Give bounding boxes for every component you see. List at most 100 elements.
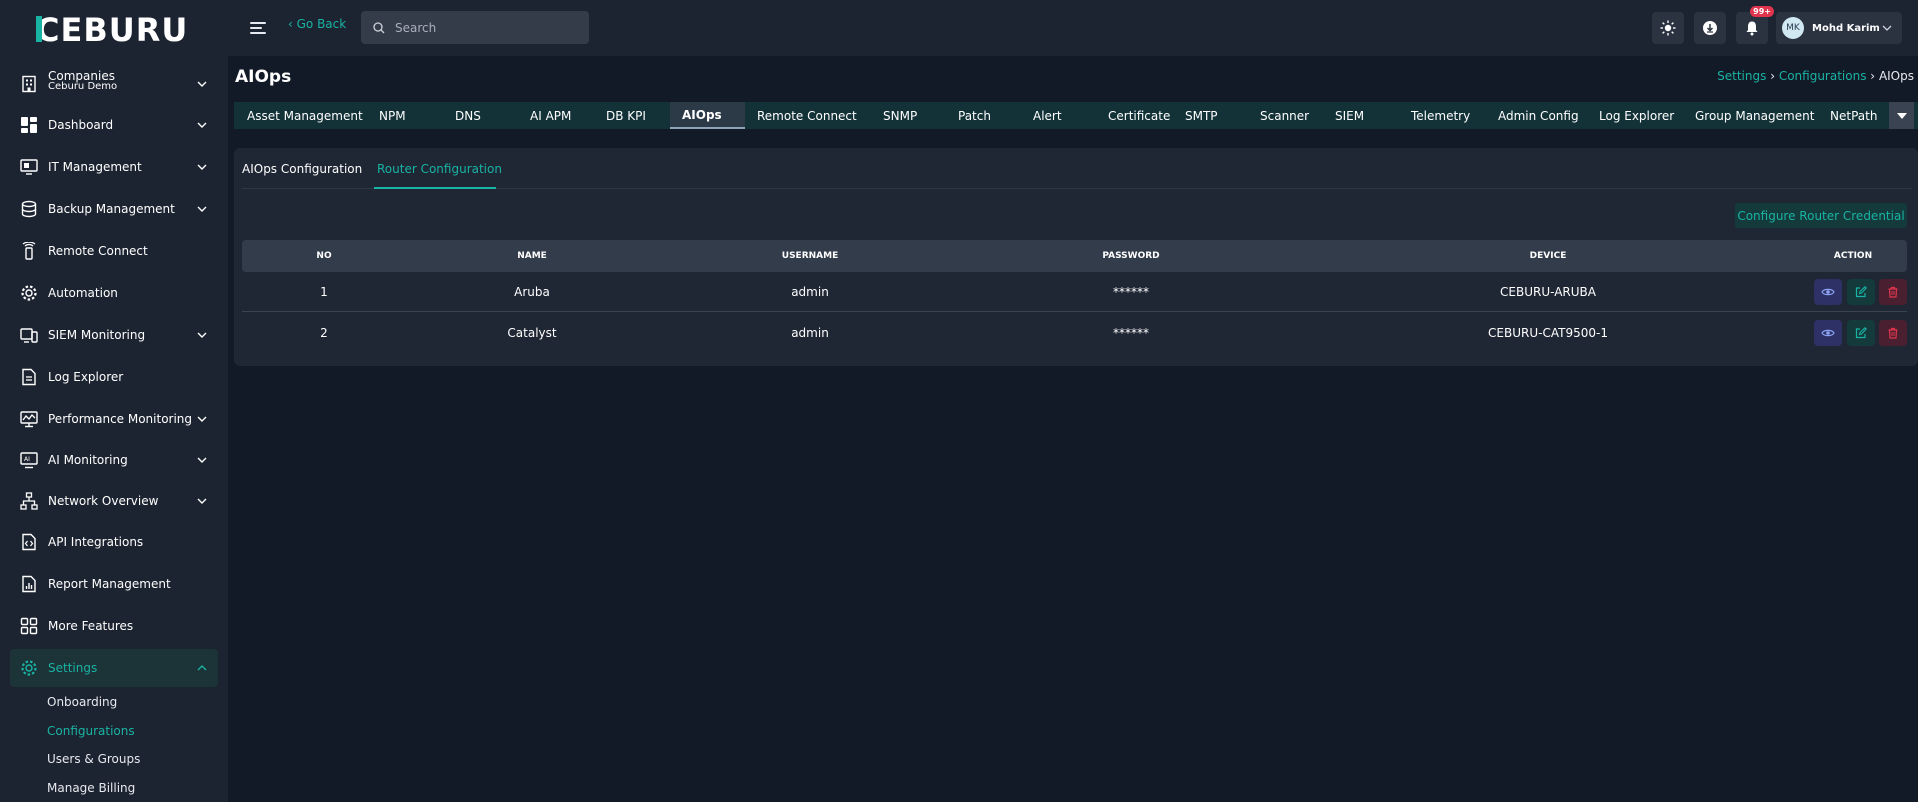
sidebar-item-ai-monitoring[interactable]: AI AI Monitoring [10,441,218,479]
search-box[interactable] [361,11,589,44]
tab-netpath[interactable]: NetPath [1824,102,1883,129]
building-icon [22,75,36,93]
config-tabs: Asset Management NPM DNS AI APM DB KPI A… [234,102,1918,129]
chevron-up-icon [197,665,207,671]
sidebar-item-dashboard[interactable]: Dashboard [10,106,218,144]
tab-certificate[interactable]: Certificate [1102,102,1176,129]
sidebar-item-performance-monitoring[interactable]: Performance Monitoring [10,400,218,438]
tab-admin-config[interactable]: Admin Config [1492,102,1585,129]
edit-icon [1855,286,1867,298]
delete-button[interactable] [1879,279,1907,305]
more-tabs-button[interactable] [1889,102,1914,129]
tab-npm[interactable]: NPM [373,102,412,129]
ceburu-logo[interactable]: CEBURU [36,10,198,48]
tab-telemetry[interactable]: Telemetry [1405,102,1476,129]
column-header-name: NAME [517,251,547,261]
cell-password: ****** [1113,326,1149,340]
edit-button[interactable] [1847,279,1875,305]
trash-icon [1888,286,1898,298]
sidebar-item-siem-monitoring[interactable]: SIEM Monitoring [10,316,218,354]
caret-down-icon [1896,112,1907,119]
sidebar-item-it-management[interactable]: IT Management [10,148,218,186]
tab-siem[interactable]: SIEM [1329,102,1370,129]
gear-icon [21,285,37,301]
sidebar-item-backup-management[interactable]: Backup Management [10,190,218,228]
menu-toggle-icon[interactable] [246,16,270,40]
sidebar-item-settings[interactable]: Settings [10,649,218,687]
tab-log-explorer[interactable]: Log Explorer [1593,102,1680,129]
top-bar: CEBURU ‹ Go Back 99+ MK Mohd Karim [0,0,1918,56]
tab-db-kpi[interactable]: DB KPI [600,102,652,129]
settings-gear-icon [21,660,37,676]
breadcrumb-settings[interactable]: Settings [1717,69,1766,83]
avatar: MK [1782,17,1804,39]
configure-router-credential-button[interactable]: Configure Router Credential [1735,203,1907,228]
notification-badge: 99+ [1750,6,1774,17]
download-button[interactable] [1694,12,1726,44]
tab-patch[interactable]: Patch [952,102,997,129]
go-back-link[interactable]: ‹ Go Back [288,17,346,31]
edit-button[interactable] [1847,320,1875,346]
tab-alert[interactable]: Alert [1027,102,1068,129]
cell-name: Catalyst [507,326,557,340]
column-header-action: ACTION [1833,251,1873,261]
breadcrumb-separator: › [1870,69,1876,83]
sidebar-item-label: Performance Monitoring [48,412,193,426]
sidebar-item-report-management[interactable]: Report Management [10,565,218,603]
sidebar-item-label: Log Explorer [48,370,124,384]
subtab-aiops-configuration[interactable]: AIOps Configuration [242,162,362,176]
tab-smtp[interactable]: SMTP [1179,102,1224,129]
active-subtab-indicator [374,187,496,189]
monitor-chart-icon [20,411,38,428]
breadcrumb-configurations[interactable]: Configurations [1779,69,1867,83]
sidebar-subitem-manage-billing[interactable]: Manage Billing [47,781,135,795]
sidebar-item-more-features[interactable]: More Features [10,607,218,645]
tab-scanner[interactable]: Scanner [1254,102,1315,129]
notifications-button[interactable]: 99+ [1736,6,1774,44]
cell-device: CEBURU-ARUBA [1500,285,1596,299]
bell-icon [1746,21,1758,36]
document-icon [22,368,36,386]
trash-icon [1888,327,1898,339]
tab-group-management[interactable]: Group Management [1689,102,1820,129]
chevron-down-icon [197,332,207,338]
sidebar-item-api-integrations[interactable]: API Integrations [10,523,218,561]
sidebar-item-automation[interactable]: Automation [10,274,218,312]
sidebar-subitem-onboarding[interactable]: Onboarding [47,695,117,709]
cell-no: 1 [320,285,328,299]
sidebar-item-log-explorer[interactable]: Log Explorer [10,358,218,396]
search-input[interactable] [395,20,575,35]
tab-ai-apm[interactable]: AI APM [524,102,577,129]
chevron-down-icon [197,122,207,128]
theme-toggle-button[interactable] [1652,12,1684,44]
column-header-password: PASSWORD [1102,251,1160,261]
sidebar-item-label: IT Management [48,160,142,174]
user-menu[interactable]: MK Mohd Karim [1776,12,1902,44]
sidebar-item-label: Automation [48,286,118,300]
sidebar-subitem-users-groups[interactable]: Users & Groups [47,752,140,766]
sidebar-item-companies[interactable]: Companies Ceburu Demo [10,62,218,106]
chevron-down-icon [197,457,207,463]
chevron-down-icon [1882,25,1892,31]
server-icon [20,159,38,175]
tab-asset-management[interactable]: Asset Management [241,102,369,129]
subtab-router-configuration[interactable]: Router Configuration [377,162,502,176]
sidebar-subitem-configurations[interactable]: Configurations [47,724,135,738]
tab-remote-connect[interactable]: Remote Connect [751,102,863,129]
view-button[interactable] [1814,279,1842,305]
column-header-username: USERNAME [781,251,839,261]
sidebar-item-label: API Integrations [48,535,144,549]
delete-button[interactable] [1879,320,1907,346]
chevron-down-icon [197,416,207,422]
tab-snmp[interactable]: SNMP [877,102,923,129]
user-name: Mohd Karim [1812,22,1880,34]
tab-aiops[interactable]: AIOps [670,102,745,129]
sidebar-item-remote-connect[interactable]: Remote Connect [10,232,218,270]
breadcrumb: Settings › Configurations › AIOps [1717,69,1914,83]
tab-dns[interactable]: DNS [449,102,487,129]
search-icon [373,21,385,33]
chevron-down-icon [197,206,207,212]
view-button[interactable] [1814,320,1842,346]
sidebar-item-network-overview[interactable]: Network Overview [10,482,218,520]
cell-password: ****** [1113,285,1149,299]
